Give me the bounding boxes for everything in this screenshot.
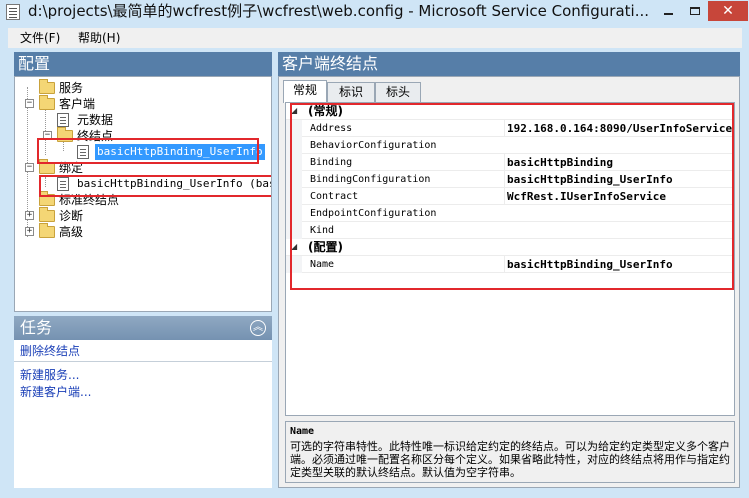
delete-endpoint-link[interactable]: 删除终结点 (20, 343, 80, 359)
tasks-panel-title: 任务 ︽ (14, 316, 272, 340)
expand-icon[interactable]: + (25, 211, 34, 220)
tree-item-label: 元数据 (77, 113, 114, 127)
collapse-chevron-icon[interactable]: ︽ (250, 320, 266, 336)
tasks-title: 任务 (20, 318, 53, 337)
endpoint-panel: 标识 标头 常规 ◢ (常规) Address 192.168.0.164:80… (278, 76, 740, 488)
description-text: 可选的字符串特性。此特性唯一标识给定约定的终结点。可以为给定约定类型定义多个客户… (290, 440, 730, 479)
property-description: Name 可选的字符串特性。此特性唯一标识给定约定的终结点。可以为给定约定类型定… (285, 421, 735, 483)
property-grid: ◢ (常规) Address 192.168.0.164:8090/UserIn… (285, 102, 735, 416)
folder-icon (39, 223, 55, 238)
endpoint-panel-title: 客户端终结点 (278, 52, 740, 76)
new-client-link[interactable]: 新建客户端... (20, 384, 91, 400)
menu-file[interactable]: 文件(F) (16, 30, 64, 46)
description-title: Name (290, 426, 315, 437)
tree-item-label: 高级 (59, 225, 84, 239)
maximize-button[interactable] (682, 1, 708, 21)
tab-headers[interactable]: 标头 (375, 82, 421, 102)
tree-item-label: 客户端 (59, 97, 96, 111)
expand-icon[interactable]: + (25, 227, 34, 236)
title-bar: d:\projects\最简单的wcfrest例子\wcfrest\web.co… (0, 0, 749, 24)
config-tree: 服务 − 客户端 元数据 − 终结点 basicHttpBinding_User… (14, 76, 272, 312)
highlight-box-endpoint (37, 138, 259, 164)
maximize-icon (690, 7, 700, 15)
tab-general[interactable]: 常规 (283, 80, 327, 103)
config-file-icon (6, 4, 20, 20)
tasks-divider (14, 361, 272, 362)
minimize-icon (663, 13, 673, 15)
tab-identity[interactable]: 标识 (327, 82, 375, 102)
tree-item-label: 服务 (59, 81, 84, 95)
tasks-panel: 删除终结点 新建服务... 新建客户端... (14, 340, 272, 488)
folder-icon (39, 95, 55, 110)
window-title: d:\projects\最简单的wcfrest例子\wcfrest\web.co… (28, 2, 649, 20)
menu-help[interactable]: 帮助(H) (74, 30, 124, 46)
minimize-button[interactable] (654, 1, 682, 21)
new-service-link[interactable]: 新建服务... (20, 367, 79, 383)
document-icon (57, 113, 69, 127)
config-panel-title: 配置 (14, 52, 272, 76)
highlight-box-binding (39, 175, 271, 197)
folder-icon (39, 207, 55, 222)
collapse-icon[interactable]: − (25, 99, 34, 108)
tree-item-label: 诊断 (59, 209, 84, 223)
menu-bar: 文件(F) 帮助(H) (8, 28, 742, 48)
close-button[interactable]: ✕ (708, 1, 748, 21)
collapse-icon[interactable]: − (25, 163, 34, 172)
highlight-box-properties (290, 103, 734, 290)
folder-icon (39, 79, 55, 94)
